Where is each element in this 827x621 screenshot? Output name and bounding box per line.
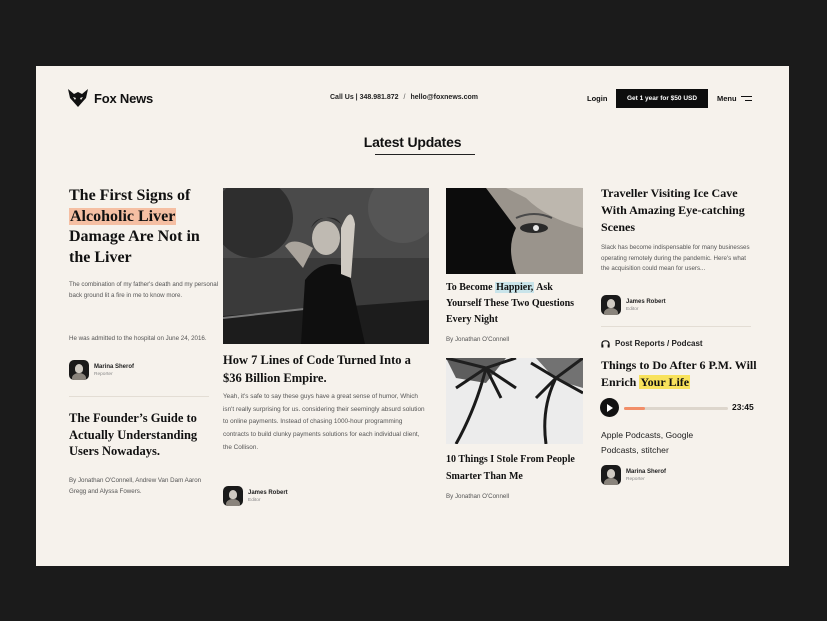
article-title-liver[interactable]: The First Signs of Alcoholic Liver Damag… bbox=[69, 186, 219, 268]
article-title-founder[interactable]: The Founder’s Guide to Actually Understa… bbox=[69, 410, 219, 460]
article-title-ice-cave[interactable]: Traveller Visiting Ice Cave With Amazing… bbox=[601, 185, 761, 235]
author-role: Editor bbox=[626, 306, 639, 312]
login-link[interactable]: Login bbox=[587, 94, 607, 103]
contact-info: Call Us | 348.981.872 / hello@foxnews.co… bbox=[330, 94, 478, 101]
divider bbox=[601, 326, 751, 327]
audio-player: 23:45 bbox=[600, 398, 760, 418]
article-excerpt: The combination of my father's death and… bbox=[69, 281, 219, 299]
duration: 23:45 bbox=[732, 402, 754, 412]
podcast-platforms: Apple Podcasts, Google Podcasts, stitche… bbox=[601, 430, 694, 455]
article-image-face[interactable] bbox=[446, 188, 583, 274]
author-name: Marina Sherof bbox=[94, 363, 135, 370]
phone-link[interactable]: 348.981.872 bbox=[360, 94, 399, 101]
author-james-2[interactable]: James Robert Editor bbox=[601, 295, 666, 315]
title-highlight: Happier, bbox=[495, 282, 535, 293]
progress-fill bbox=[624, 407, 645, 410]
title-highlight: Alcoholic Liver bbox=[69, 207, 177, 225]
contact-separator: / bbox=[403, 94, 406, 101]
author-marina-2[interactable]: Marina Sherof Reporter bbox=[601, 465, 666, 485]
progress-track[interactable] bbox=[624, 407, 728, 410]
author-marina[interactable]: Marina Sherof Reporter bbox=[69, 360, 134, 380]
author-james[interactable]: James Robert Editor bbox=[223, 486, 288, 506]
palms-photo bbox=[446, 358, 583, 444]
section-title-underline bbox=[375, 154, 475, 155]
avatar bbox=[601, 465, 621, 485]
article-excerpt-2: He was admitted to the hospital on June … bbox=[69, 335, 207, 342]
menu-label: Menu bbox=[717, 94, 737, 103]
page-card: Fox News Call Us | 348.981.872 / hello@f… bbox=[36, 66, 789, 566]
divider bbox=[69, 396, 209, 397]
podcast-title[interactable]: Things to Do After 6 P.M. Will Enrich Yo… bbox=[601, 357, 761, 390]
author-role: Editor bbox=[248, 497, 261, 503]
call-label: Call Us | 348.981.872 bbox=[330, 94, 399, 101]
fox-logo-icon bbox=[68, 89, 88, 107]
section-title: Latest Updates bbox=[363, 134, 462, 150]
article-byline: By Jonathan O'Connell bbox=[446, 336, 510, 343]
avatar bbox=[601, 295, 621, 315]
article-excerpt: Yeah, it's safe to say these guys have a… bbox=[223, 393, 425, 451]
menu-icon bbox=[740, 95, 752, 102]
podcast-label[interactable]: Post Reports / Podcast bbox=[601, 339, 703, 348]
play-icon[interactable] bbox=[600, 398, 619, 417]
author-role: Reporter bbox=[94, 371, 113, 377]
article-byline: By Jonathan O'Connell bbox=[446, 493, 510, 500]
article-title-ten-things[interactable]: 10 Things I Stole From People Smarter Th… bbox=[446, 452, 588, 485]
subscribe-button[interactable]: Get 1 year for $50 USD bbox=[616, 89, 708, 108]
author-name: Marina Sherof bbox=[626, 468, 667, 475]
face-photo bbox=[446, 188, 583, 274]
author-name: James Robert bbox=[626, 298, 666, 305]
avatar bbox=[223, 486, 243, 506]
brand-name: Fox News bbox=[94, 90, 154, 106]
article-byline: By Jonathan O'Connell, Andrew Van Dam Aa… bbox=[69, 477, 202, 495]
article-title-code[interactable]: How 7 Lines of Code Turned Into a $36 Bi… bbox=[223, 351, 429, 387]
author-name: James Robert bbox=[248, 489, 288, 496]
brand-logo[interactable]: Fox News bbox=[68, 89, 153, 107]
title-highlight: Your Life bbox=[639, 374, 691, 389]
article-excerpt: Slack has become indispensable for many … bbox=[601, 244, 750, 272]
avatar bbox=[69, 360, 89, 380]
author-role: Reporter bbox=[626, 476, 645, 482]
article-image-man[interactable] bbox=[223, 188, 429, 344]
menu-button[interactable]: Menu bbox=[717, 94, 752, 103]
headphones-icon bbox=[601, 339, 610, 347]
article-title-happier[interactable]: To Become Happier, Ask Yourself These Tw… bbox=[446, 280, 588, 328]
article-image-palms[interactable] bbox=[446, 358, 583, 444]
man-photo bbox=[223, 188, 429, 344]
email-link[interactable]: hello@foxnews.com bbox=[410, 94, 478, 101]
